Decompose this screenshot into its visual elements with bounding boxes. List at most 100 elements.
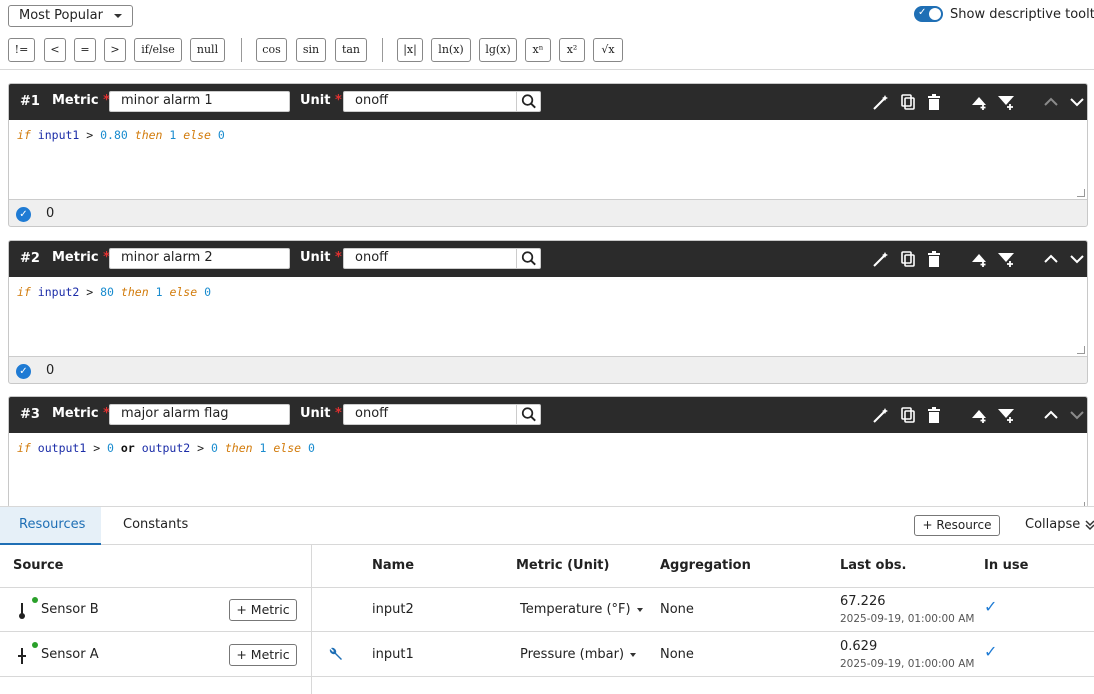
insert-above-icon[interactable] bbox=[970, 250, 988, 268]
status-online-dot bbox=[32, 597, 38, 603]
insert-below-icon[interactable] bbox=[997, 250, 1015, 268]
add-resource-button[interactable]: + Resource bbox=[914, 515, 1000, 536]
header-in-use: In use bbox=[984, 558, 1029, 573]
pressure-icon bbox=[18, 648, 26, 664]
op-abs-button[interactable]: |x| bbox=[397, 38, 423, 62]
insert-above-icon[interactable] bbox=[970, 93, 988, 111]
resource-name: input2 bbox=[372, 602, 414, 617]
formula-editor[interactable]: if output1 > 0 or output2 > 0 then 1 els… bbox=[9, 433, 1087, 507]
tooltips-toggle[interactable]: ✓ Show descriptive tooltips bbox=[914, 6, 1094, 22]
metric-select[interactable]: Pressure (mbar) bbox=[520, 647, 637, 662]
copy-icon[interactable] bbox=[899, 406, 917, 424]
sort-dropdown-label: Most Popular bbox=[19, 8, 103, 23]
formula-editor[interactable]: if input1 > 0.80 then 1 else 0 bbox=[9, 120, 1087, 199]
block-number: #1 bbox=[20, 94, 40, 109]
thermometer-icon bbox=[19, 603, 25, 619]
source-name: Sensor A bbox=[41, 647, 99, 662]
copy-icon[interactable] bbox=[899, 93, 917, 111]
check-circle-icon: ✓ bbox=[16, 207, 31, 222]
metric-select-value: Pressure (mbar) bbox=[520, 647, 625, 662]
header-name: Name bbox=[372, 558, 415, 573]
last-obs-time: 2025-09-19, 01:00:00 AM bbox=[840, 613, 975, 625]
check-icon: ✓ bbox=[984, 642, 998, 661]
result-value: 0 bbox=[46, 363, 55, 378]
copy-icon[interactable] bbox=[899, 250, 917, 268]
op-cos-button[interactable]: cos bbox=[256, 38, 287, 62]
chevron-up-icon[interactable] bbox=[1042, 250, 1060, 268]
op-lg-button[interactable]: lg(x) bbox=[479, 38, 517, 62]
op-null-button[interactable]: null bbox=[190, 38, 225, 62]
toggle-switch[interactable]: ✓ bbox=[914, 6, 943, 22]
sort-dropdown[interactable]: Most Popular bbox=[8, 5, 133, 27]
metric-block-header: #1 Metric * minor alarm 1 Unit * onoff bbox=[9, 84, 1087, 120]
metric-name-input[interactable]: minor alarm 1 bbox=[109, 91, 290, 112]
unit-input[interactable]: onoff bbox=[343, 91, 541, 112]
last-obs-time: 2025-09-19, 01:00:00 AM bbox=[840, 658, 975, 670]
metric-select[interactable]: Temperature (°F) bbox=[520, 602, 643, 617]
metric-name-input[interactable]: major alarm flag bbox=[109, 404, 290, 425]
check-icon: ✓ bbox=[918, 7, 927, 18]
tab-resources[interactable]: Resources bbox=[0, 507, 101, 545]
metric-select-value: Temperature (°F) bbox=[520, 602, 631, 617]
unit-label: Unit * bbox=[300, 406, 342, 421]
last-obs-value: 67.226 bbox=[840, 594, 886, 609]
aggregation-value: None bbox=[660, 647, 694, 662]
divider bbox=[241, 38, 242, 62]
op-power-button[interactable]: xⁿ bbox=[525, 38, 551, 62]
add-metric-button[interactable]: + Metric bbox=[229, 644, 297, 666]
insert-above-icon[interactable] bbox=[970, 406, 988, 424]
chevron-down-icon[interactable] bbox=[1068, 406, 1086, 424]
op-sin-button[interactable]: sin bbox=[296, 38, 326, 62]
op-if-else-button[interactable]: if/else bbox=[134, 38, 182, 62]
chevron-up-icon[interactable] bbox=[1042, 93, 1060, 111]
divider bbox=[382, 38, 383, 62]
search-icon[interactable] bbox=[516, 405, 540, 424]
chevron-down-icon[interactable] bbox=[1068, 93, 1086, 111]
divider bbox=[0, 587, 1094, 588]
block-number: #2 bbox=[20, 251, 40, 266]
wrench-icon[interactable] bbox=[328, 646, 343, 661]
metric-block-header: #3 Metric * major alarm flag Unit * onof… bbox=[9, 397, 1087, 433]
unit-input[interactable]: onoff bbox=[343, 248, 541, 269]
op-not-equal-button[interactable]: != bbox=[8, 38, 35, 62]
chevron-up-icon[interactable] bbox=[1042, 406, 1060, 424]
magic-wand-icon[interactable] bbox=[872, 93, 890, 111]
search-icon[interactable] bbox=[516, 249, 540, 268]
collapse-button[interactable]: Collapse bbox=[1025, 517, 1094, 532]
op-ln-button[interactable]: ln(x) bbox=[431, 38, 471, 62]
toolbar: Most Popular ✓ Show descriptive tooltips… bbox=[0, 0, 1094, 70]
trash-icon[interactable] bbox=[925, 250, 943, 268]
collapse-label: Collapse bbox=[1025, 517, 1081, 532]
op-greater-than-button[interactable]: > bbox=[104, 38, 126, 62]
metric-block: #2 Metric * minor alarm 2 Unit * onoff i… bbox=[8, 240, 1088, 384]
resize-handle[interactable] bbox=[1077, 346, 1085, 354]
op-tan-button[interactable]: tan bbox=[335, 38, 367, 62]
op-equal-button[interactable]: = bbox=[74, 38, 96, 62]
magic-wand-icon[interactable] bbox=[872, 406, 890, 424]
source-name: Sensor B bbox=[41, 602, 99, 617]
header-metric: Metric (Unit) bbox=[516, 558, 610, 573]
search-icon[interactable] bbox=[516, 92, 540, 111]
tab-constants[interactable]: Constants bbox=[104, 507, 207, 545]
trash-icon[interactable] bbox=[925, 406, 943, 424]
add-metric-button[interactable]: + Metric bbox=[229, 599, 297, 621]
trash-icon[interactable] bbox=[925, 93, 943, 111]
unit-input[interactable]: onoff bbox=[343, 404, 541, 425]
op-less-than-button[interactable]: < bbox=[44, 38, 66, 62]
divider bbox=[0, 631, 1094, 632]
insert-below-icon[interactable] bbox=[997, 406, 1015, 424]
metric-name-input[interactable]: minor alarm 2 bbox=[109, 248, 290, 269]
chevron-down-icon[interactable] bbox=[1068, 250, 1086, 268]
magic-wand-icon[interactable] bbox=[872, 250, 890, 268]
formula-editor[interactable]: if input2 > 80 then 1 else 0 bbox=[9, 277, 1087, 356]
double-chevron-down-icon bbox=[1085, 519, 1094, 530]
chevron-down-icon bbox=[114, 14, 122, 18]
op-square-button[interactable]: x² bbox=[559, 38, 585, 62]
op-sqrt-button[interactable]: √x bbox=[593, 38, 623, 62]
insert-below-icon[interactable] bbox=[997, 93, 1015, 111]
tooltips-label: Show descriptive tooltips bbox=[950, 6, 1094, 22]
resize-handle[interactable] bbox=[1077, 189, 1085, 197]
header-last-obs: Last obs. bbox=[840, 558, 907, 573]
divider bbox=[0, 676, 1094, 677]
metric-block: #3 Metric * major alarm flag Unit * onof… bbox=[8, 396, 1088, 508]
